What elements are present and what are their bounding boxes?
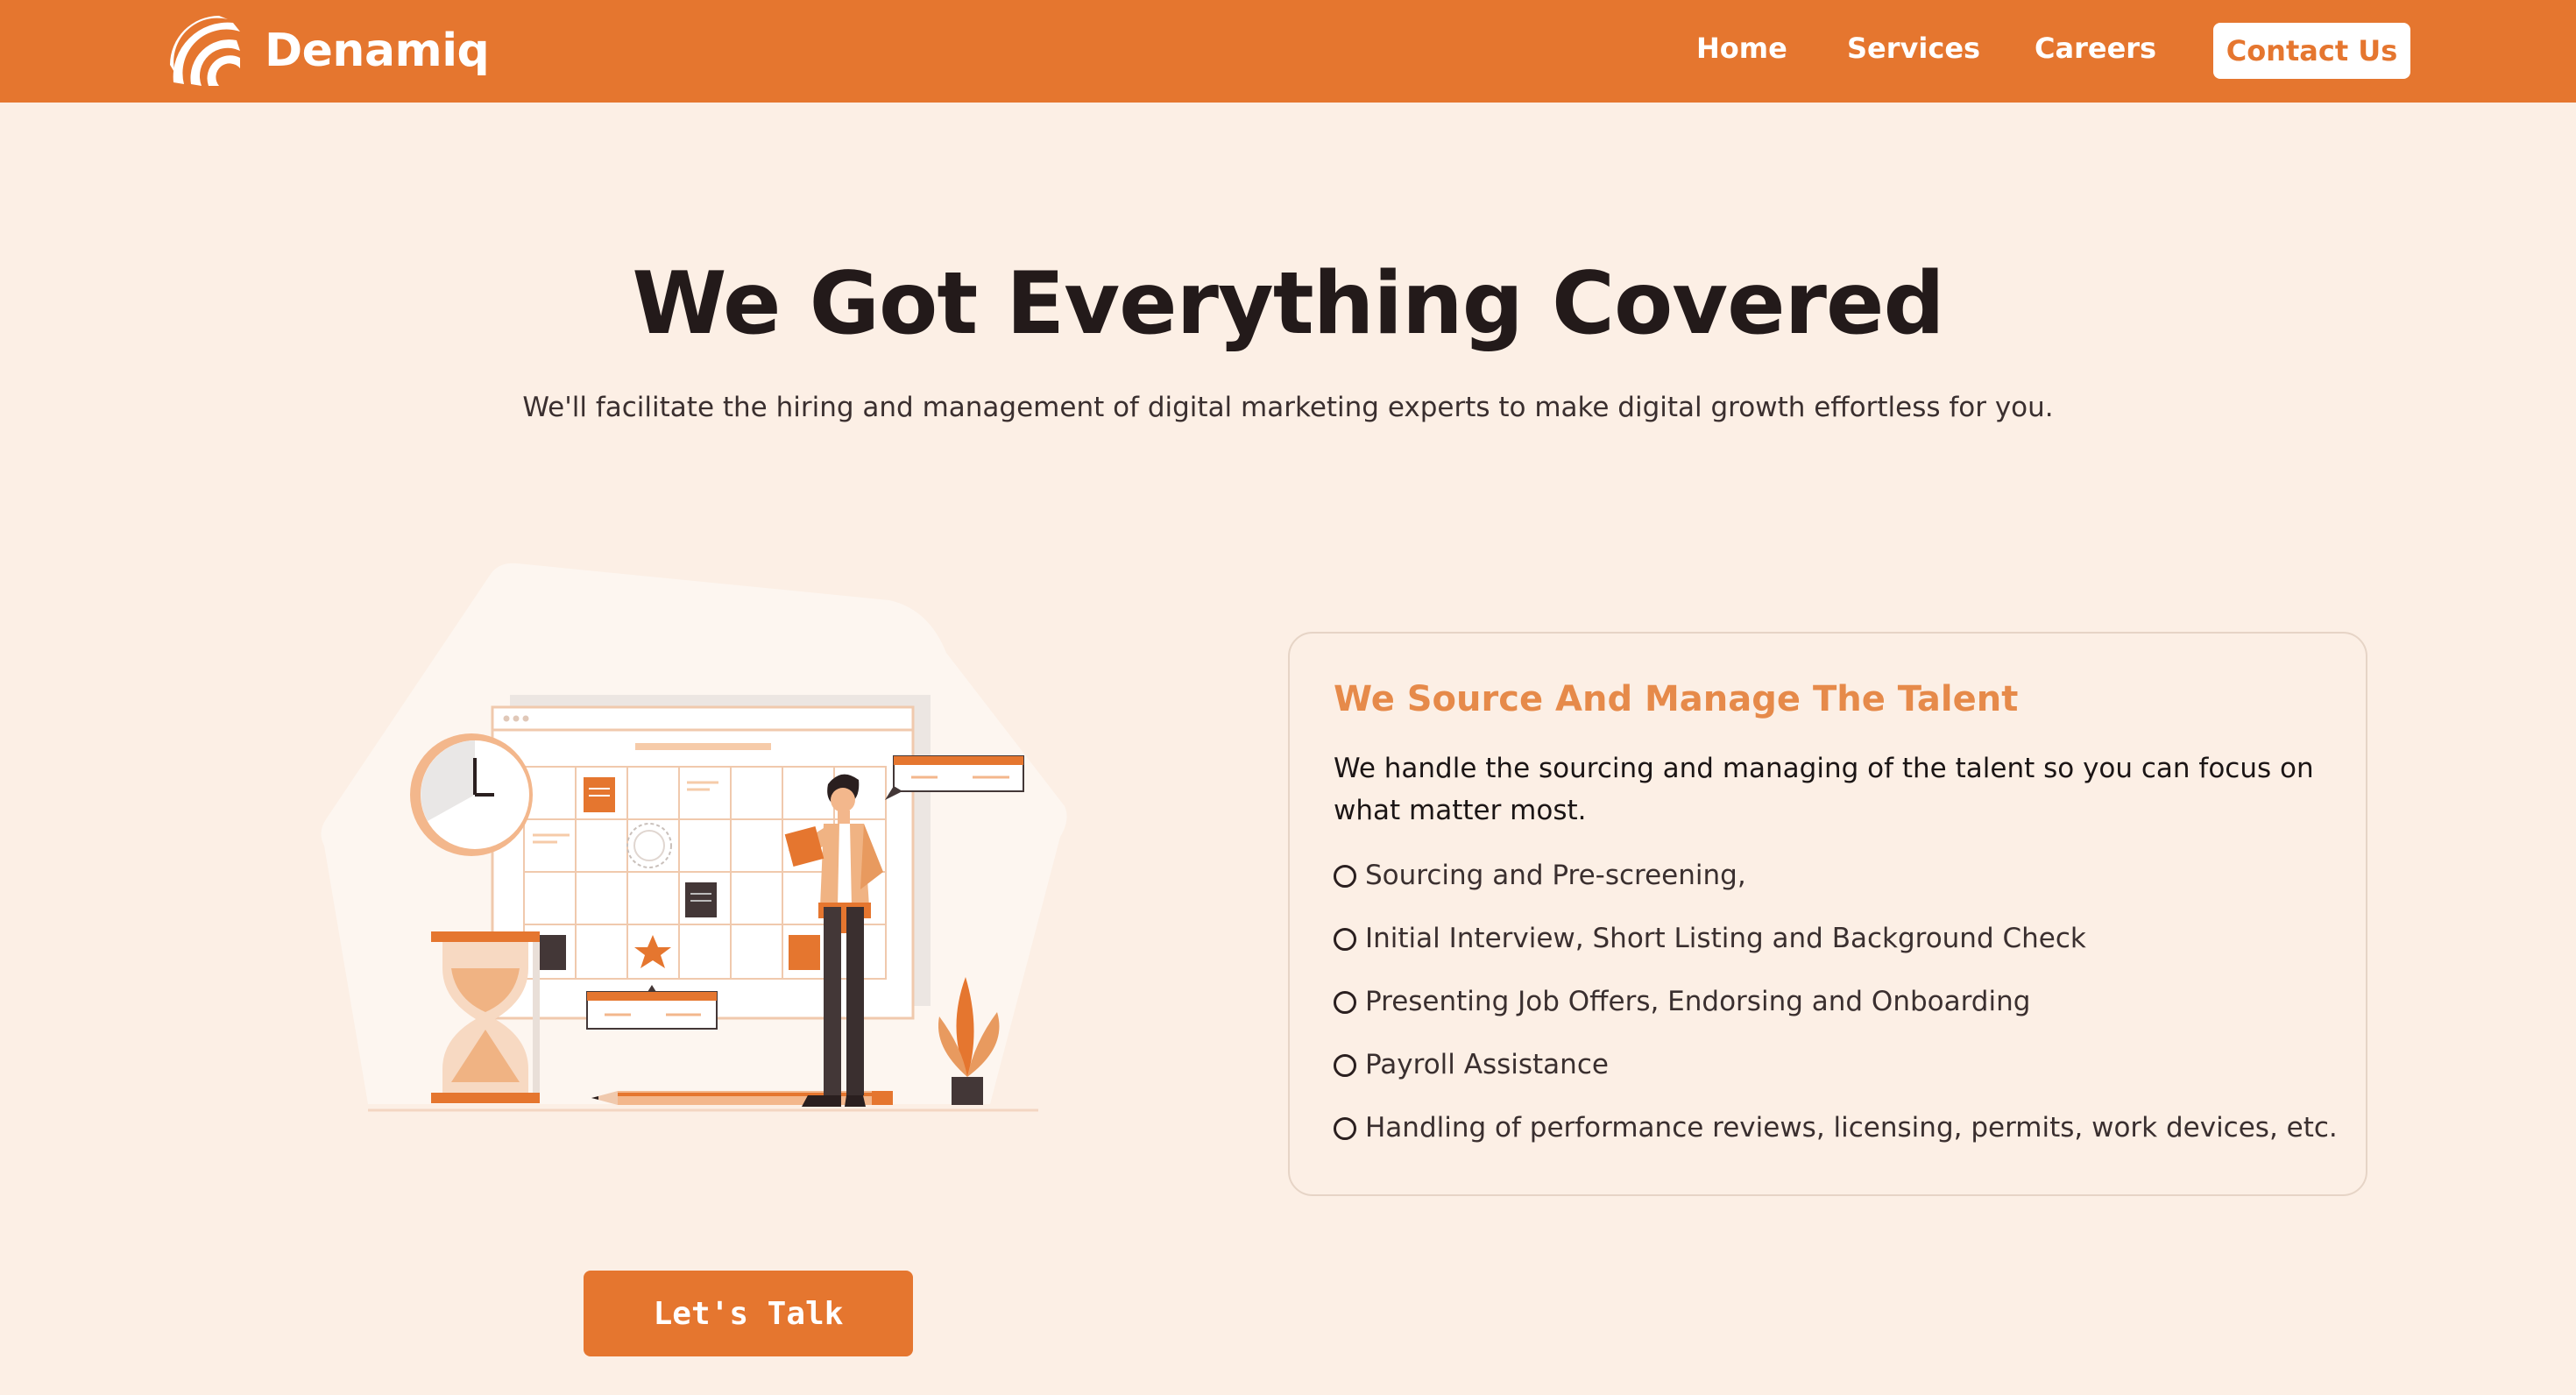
card-description: We handle the sourcing and managing of t… [1334, 753, 2314, 826]
bullet-circle-icon [1334, 1117, 1356, 1140]
lets-talk-button[interactable]: Let's Talk [584, 1271, 913, 1356]
page-subtitle: We'll facilitate the hiring and manageme… [522, 392, 2054, 423]
bullet-circle-icon [1334, 991, 1356, 1014]
brand-name: Denamiq [265, 25, 490, 77]
top-navbar: Denamiq Home Services Careers Contact Us [0, 0, 2576, 103]
calendar-planning-illustration [315, 556, 1078, 1126]
bullet-circle-icon [1334, 928, 1356, 951]
list-item: Payroll Assistance [1334, 1049, 2338, 1112]
service-list: Sourcing and Pre-screening, Initial Inte… [1334, 860, 2338, 1175]
brand-logo[interactable]: Denamiq [166, 12, 490, 89]
bullet-circle-icon [1334, 865, 1356, 888]
talent-card: We Source And Manage The Talent We handl… [1288, 632, 2367, 1196]
page-title: We Got Everything Covered [632, 254, 1944, 354]
nav-careers-link[interactable]: Careers [2035, 32, 2156, 65]
list-item-label: Payroll Assistance [1365, 1049, 1609, 1080]
bullet-circle-icon [1334, 1054, 1356, 1077]
list-item-label: Initial Interview, Short Listing and Bac… [1365, 923, 2086, 954]
nav-services-link[interactable]: Services [1847, 32, 1980, 65]
list-item-label: Handling of performance reviews, licensi… [1365, 1112, 2338, 1144]
nav-home-link[interactable]: Home [1696, 32, 1787, 65]
list-item-label: Sourcing and Pre-screening, [1365, 860, 1746, 891]
contact-us-button[interactable]: Contact Us [2213, 23, 2410, 79]
list-item: Handling of performance reviews, licensi… [1334, 1112, 2338, 1175]
list-item: Presenting Job Offers, Endorsing and Onb… [1334, 986, 2338, 1049]
list-item: Sourcing and Pre-screening, [1334, 860, 2338, 923]
list-item: Initial Interview, Short Listing and Bac… [1334, 923, 2338, 986]
denamiq-logo-icon [170, 16, 240, 86]
card-title: We Source And Manage The Talent [1334, 679, 2019, 719]
list-item-label: Presenting Job Offers, Endorsing and Onb… [1365, 986, 2031, 1017]
